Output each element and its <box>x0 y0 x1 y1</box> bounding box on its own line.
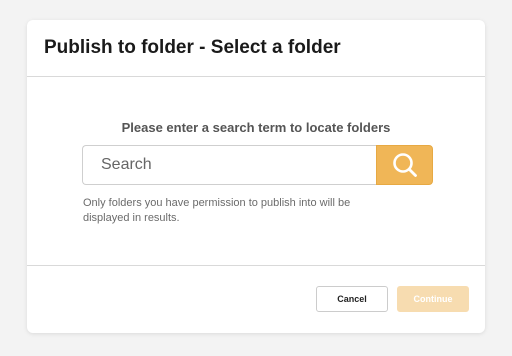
permission-hint: Only folders you have permission to publ… <box>83 197 351 224</box>
search-icon <box>392 153 417 177</box>
search-row <box>82 145 433 185</box>
dialog-body: Please enter a search term to locate fol… <box>27 77 485 266</box>
dialog-header: Publish to folder - Select a folder <box>27 20 485 77</box>
dialog-footer: Cancel Continue <box>27 266 485 333</box>
dialog-title: Publish to folder - Select a folder <box>44 37 341 58</box>
search-input[interactable] <box>82 145 376 185</box>
publish-dialog: Publish to folder - Select a folder Plea… <box>27 20 485 333</box>
search-button[interactable] <box>376 145 433 185</box>
cancel-button[interactable]: Cancel <box>316 286 388 312</box>
continue-button[interactable]: Continue <box>397 286 469 312</box>
search-prompt: Please enter a search term to locate fol… <box>121 120 391 135</box>
